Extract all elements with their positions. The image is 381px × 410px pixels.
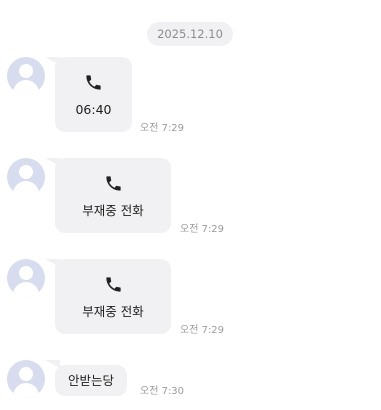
avatar-shoulders [13,282,39,297]
avatar-head [19,266,33,280]
avatar-head [19,165,33,179]
avatar-head [19,64,33,78]
avatar-shoulders [13,383,39,398]
message-time: 오전 7:29 [180,325,225,336]
phone-icon [55,275,171,295]
message-time: 오전 7:29 [140,123,185,134]
call-duration: 06:40 [75,102,112,117]
phone-icon [55,174,171,194]
avatar[interactable] [7,360,45,398]
avatar-shoulders [13,80,39,95]
message-time: 오전 7:29 [180,224,225,235]
avatar[interactable] [7,158,45,196]
message-time: 오전 7:30 [140,386,185,397]
avatar-head [19,367,33,381]
phone-icon [55,73,132,93]
avatar[interactable] [7,57,45,95]
avatar[interactable] [7,259,45,297]
date-divider: 2025.12.10 [147,22,233,46]
call-bubble[interactable]: 06:40 [55,57,132,132]
missed-call-label: 부재중 전화 [82,304,144,319]
text-bubble[interactable]: 안받는당 [55,365,128,396]
missed-call-bubble[interactable]: 부재중 전화 [55,259,171,334]
missed-call-label: 부재중 전화 [82,203,144,218]
missed-call-bubble[interactable]: 부재중 전화 [55,158,171,233]
avatar-shoulders [13,181,39,196]
